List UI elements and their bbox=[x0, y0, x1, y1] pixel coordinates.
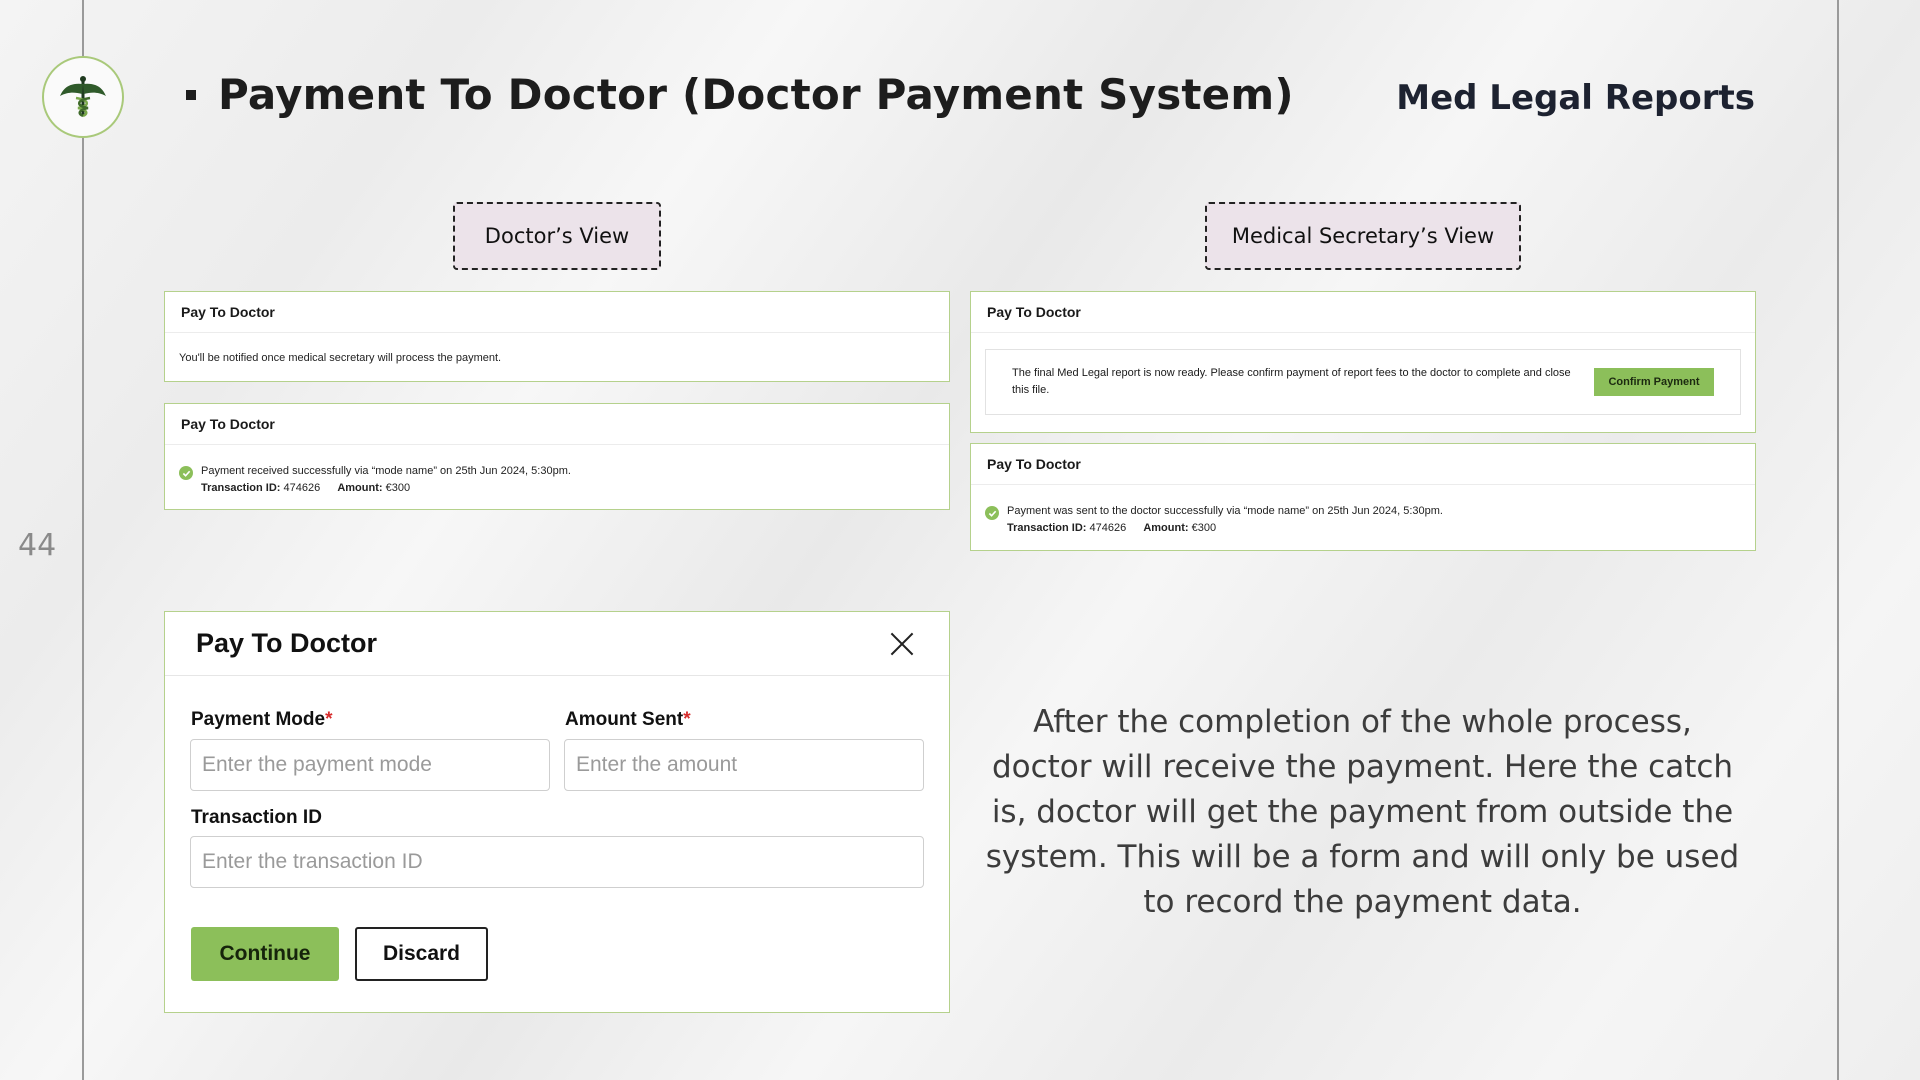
transaction-id-input[interactable] bbox=[190, 836, 924, 888]
card-body: Payment received successfully via “mode … bbox=[165, 445, 949, 497]
doctor-pending-card: Pay To Doctor You'll be notified once me… bbox=[164, 291, 950, 382]
transaction-id-value: 474626 bbox=[283, 482, 321, 494]
transaction-id-label: Transaction ID: bbox=[1007, 522, 1087, 534]
amount-sent-label: Amount Sent* bbox=[565, 709, 691, 731]
confirm-payment-button[interactable]: Confirm Payment bbox=[1594, 368, 1714, 396]
title-bullet bbox=[186, 89, 196, 100]
sent-message: Payment was sent to the doctor successfu… bbox=[1007, 505, 1443, 517]
card-title: Pay To Doctor bbox=[165, 292, 949, 333]
confirm-payment-box: The final Med Legal report is now ready.… bbox=[985, 349, 1741, 415]
close-icon[interactable] bbox=[889, 631, 915, 657]
amount-sent-input[interactable] bbox=[564, 739, 924, 791]
continue-button[interactable]: Continue bbox=[191, 927, 339, 981]
secretary-sent-card: Pay To Doctor Payment was sent to the do… bbox=[970, 443, 1756, 551]
amount-value: €300 bbox=[385, 482, 411, 494]
page-number: 44 bbox=[18, 528, 57, 563]
pay-to-doctor-form: Pay To Doctor Payment Mode* Amount Sent*… bbox=[164, 611, 950, 1013]
received-message: Payment received successfully via “mode … bbox=[201, 465, 571, 477]
confirm-message: The final Med Legal report is now ready.… bbox=[1012, 367, 1571, 396]
secretary-confirm-card: Pay To Doctor The final Med Legal report… bbox=[970, 291, 1756, 433]
card-body: You'll be notified once medical secretar… bbox=[165, 333, 949, 364]
card-body: Payment was sent to the doctor successfu… bbox=[971, 485, 1755, 537]
required-mark: * bbox=[325, 709, 333, 730]
payment-mode-label: Payment Mode* bbox=[191, 709, 333, 731]
page-title: Payment To Doctor (Doctor Payment System… bbox=[186, 70, 1294, 119]
amount-sent-label-text: Amount Sent bbox=[565, 709, 684, 730]
left-divider-line bbox=[82, 0, 84, 1080]
payment-mode-input[interactable] bbox=[190, 739, 550, 791]
check-circle-icon bbox=[985, 506, 999, 520]
card-title: Pay To Doctor bbox=[165, 404, 949, 445]
pending-message: You'll be notified once medical secretar… bbox=[179, 352, 502, 364]
form-header: Pay To Doctor bbox=[165, 612, 949, 676]
check-circle-icon bbox=[179, 466, 193, 480]
card-title: Pay To Doctor bbox=[971, 444, 1755, 485]
discard-button[interactable]: Discard bbox=[355, 927, 488, 981]
amount-label: Amount: bbox=[1143, 522, 1189, 534]
transaction-id-label: Transaction ID bbox=[191, 807, 322, 828]
doctor-received-card: Pay To Doctor Payment received successfu… bbox=[164, 403, 950, 510]
page-title-text: Payment To Doctor (Doctor Payment System… bbox=[218, 70, 1294, 119]
amount-label: Amount: bbox=[337, 482, 383, 494]
form-title: Pay To Doctor bbox=[196, 628, 378, 658]
doctor-view-tag: Doctor’s View bbox=[453, 202, 661, 270]
payment-mode-label-text: Payment Mode bbox=[191, 709, 326, 730]
right-divider-line bbox=[1837, 0, 1839, 1080]
card-title: Pay To Doctor bbox=[971, 292, 1755, 333]
amount-value: €300 bbox=[1191, 522, 1217, 534]
logo bbox=[42, 56, 124, 138]
transaction-id-value: 474626 bbox=[1089, 522, 1127, 534]
transaction-id-label: Transaction ID: bbox=[201, 482, 281, 494]
brand-name: Med Legal Reports bbox=[1396, 78, 1755, 118]
caduceus-icon bbox=[60, 76, 106, 118]
required-mark: * bbox=[683, 709, 691, 730]
description-text: After the completion of the whole proces… bbox=[985, 704, 1740, 920]
secretary-view-tag: Medical Secretary’s View bbox=[1205, 202, 1521, 270]
